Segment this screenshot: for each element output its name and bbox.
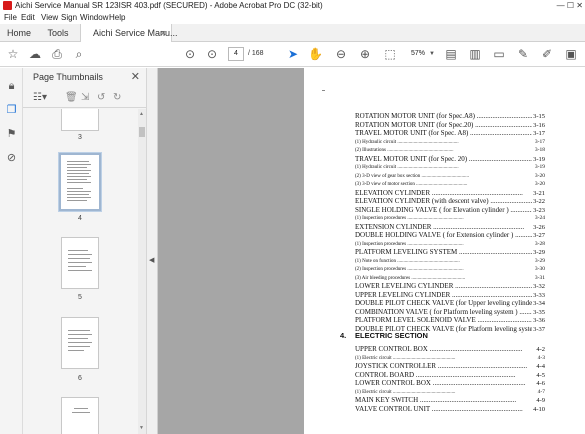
scrollbar-thumb[interactable] bbox=[139, 127, 145, 137]
page-thumbnail[interactable] bbox=[61, 397, 99, 434]
scrolling-mode-icon[interactable]: ▥ bbox=[468, 47, 482, 61]
tab-close-icon[interactable]: × bbox=[161, 24, 166, 42]
comment-icon[interactable]: ▭ bbox=[492, 47, 506, 61]
search-icon[interactable]: ⌕ bbox=[72, 47, 86, 61]
page-thumbnails-panel: Page Thumbnails ✕ ☷▾ 🗑︎ ⇲ ↺ ↻ 3 4 5 6 ▲ … bbox=[23, 68, 147, 434]
panel-header: Page Thumbnails ✕ bbox=[23, 68, 147, 88]
toc-entry: VALVE CONTROL UNIT .....................… bbox=[355, 404, 545, 414]
delete-page-icon[interactable]: 🗑︎ bbox=[65, 92, 78, 104]
section-heading: 4. ELECTRIC SECTION bbox=[340, 331, 428, 340]
acrobat-app-icon bbox=[3, 1, 12, 10]
section-title: ELECTRIC SECTION bbox=[355, 331, 428, 340]
page-count: / 168 bbox=[248, 50, 264, 57]
window-title: Aichi Service Manual SR 123ISR 403.pdf (… bbox=[15, 1, 323, 10]
page-thumbnail[interactable] bbox=[61, 237, 99, 289]
window-controls[interactable]: — ☐ ✕ bbox=[557, 0, 583, 11]
document-view[interactable]: ◀ ROTATION MOTOR UNIT (for Spec.A8) ....… bbox=[147, 68, 585, 434]
bookmark-icon[interactable]: ⚑ bbox=[5, 128, 18, 141]
tab-home[interactable]: Home bbox=[0, 24, 38, 42]
page-thumbnail-label: 6 bbox=[78, 375, 82, 382]
thumbnail-scrollbar[interactable]: ▲ ▼ bbox=[138, 109, 146, 434]
menu-help[interactable]: Help bbox=[109, 11, 125, 24]
page-thumbnail-label: 3 bbox=[78, 134, 82, 141]
toc-entry-page: 4-10 bbox=[532, 404, 545, 414]
scroll-down-icon[interactable]: ▼ bbox=[139, 425, 144, 431]
menu-sign[interactable]: Sign bbox=[61, 11, 77, 24]
menu-edit[interactable]: Edit bbox=[21, 11, 35, 24]
scroll-up-icon[interactable]: ▲ bbox=[139, 111, 144, 117]
hand-tool-icon[interactable]: ✋ bbox=[308, 47, 323, 61]
upload-cloud-icon[interactable]: ☁ bbox=[28, 47, 42, 61]
star-icon[interactable]: ☆ bbox=[6, 47, 20, 61]
previous-page-icon[interactable]: ⊙ bbox=[183, 47, 197, 61]
title-bar: Aichi Service Manual SR 123ISR 403.pdf (… bbox=[0, 0, 585, 11]
chevron-left-icon[interactable]: ◀ bbox=[149, 256, 154, 264]
main-toolbar: ☆ ☁ ⎙ ⌕ ⊙ ⊙ 4 / 168 ➤ ✋ ⊖ ⊕ ⬚ 57% ▼ ▤ ▥ … bbox=[0, 42, 585, 67]
page-display-icon[interactable]: ▤ bbox=[444, 47, 458, 61]
page-mark bbox=[322, 90, 325, 91]
rotate-clockwise-icon[interactable]: ↻ bbox=[113, 92, 121, 104]
attachment-icon[interactable]: ⊘ bbox=[5, 152, 18, 165]
toc-entry-page: 3-37 bbox=[532, 324, 545, 334]
select-tool-icon[interactable]: ➤ bbox=[286, 47, 300, 61]
draw-icon[interactable]: ✐ bbox=[540, 47, 554, 61]
page-thumbnails-icon[interactable]: ❐ bbox=[5, 104, 18, 117]
menu-file[interactable]: File bbox=[4, 11, 17, 24]
menu-window[interactable]: Window bbox=[80, 11, 108, 24]
page-thumbnail[interactable] bbox=[61, 317, 99, 369]
menu-view[interactable]: View bbox=[41, 11, 58, 24]
tab-bar: Home Tools Aichi Service Manu... × bbox=[0, 24, 585, 43]
next-page-icon[interactable]: ⊙ bbox=[205, 47, 219, 61]
page-thumbnail-selected[interactable] bbox=[58, 152, 102, 212]
panel-collapse-handle[interactable]: ◀ bbox=[147, 68, 158, 434]
pdf-page: ROTATION MOTOR UNIT (for Spec.A8) ......… bbox=[304, 68, 585, 434]
page-thumbnail[interactable] bbox=[61, 109, 99, 131]
toc-entry-title: VALVE CONTROL UNIT .....................… bbox=[355, 404, 523, 413]
panel-title: Page Thumbnails bbox=[33, 72, 103, 82]
section-number: 4. bbox=[340, 331, 347, 340]
highlight-icon[interactable]: ✎ bbox=[516, 47, 530, 61]
marquee-zoom-icon[interactable]: ⬚ bbox=[383, 47, 397, 61]
zoom-dropdown-caret-icon[interactable]: ▼ bbox=[429, 47, 435, 61]
thumbnail-list[interactable]: 3 4 5 6 bbox=[23, 109, 137, 434]
panel-toolbar: ☷▾ 🗑︎ ⇲ ↺ ↻ bbox=[23, 90, 147, 108]
page-thumbnail-label: 4 bbox=[78, 215, 82, 222]
extract-page-icon[interactable]: ⇲ bbox=[81, 92, 89, 104]
zoom-in-icon[interactable]: ⊕ bbox=[358, 47, 372, 61]
print-icon[interactable]: ⎙ bbox=[50, 47, 64, 61]
zoom-out-icon[interactable]: ⊖ bbox=[334, 47, 348, 61]
rotate-counterclockwise-icon[interactable]: ↺ bbox=[97, 92, 105, 104]
more-tools-icon[interactable]: ▣ bbox=[564, 47, 578, 61]
zoom-level-field[interactable]: 57% bbox=[404, 47, 432, 61]
close-icon[interactable]: ✕ bbox=[131, 70, 140, 83]
lock-icon[interactable]: 🔒︎ bbox=[5, 80, 18, 93]
page-thumbnail-label: 5 bbox=[78, 294, 82, 301]
menu-bar: File Edit View Sign Window Help bbox=[0, 11, 585, 24]
tab-tools[interactable]: Tools bbox=[38, 24, 78, 42]
tab-document[interactable]: Aichi Service Manu... × bbox=[80, 24, 178, 43]
left-navigation-rail: 🔒︎ ❐ ⚑ ⊘ bbox=[0, 68, 23, 434]
page-gap bbox=[158, 68, 304, 434]
options-menu-icon[interactable]: ☷▾ bbox=[33, 92, 47, 104]
page-number-input[interactable]: 4 bbox=[228, 47, 244, 61]
acrobat-window: Aichi Service Manual SR 123ISR 403.pdf (… bbox=[0, 0, 585, 434]
